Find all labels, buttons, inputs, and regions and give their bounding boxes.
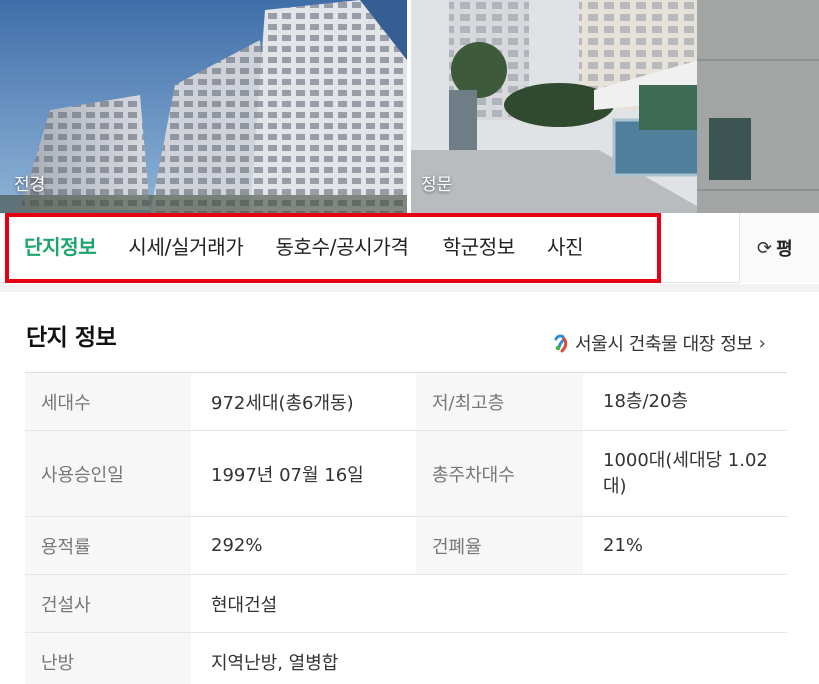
- building-registry-link-label: 서울시 건축물 대장 정보: [575, 334, 753, 355]
- photo-strip: 전경 정문: [0, 0, 819, 213]
- parking-label: 총주차대수: [416, 431, 583, 516]
- households-value: 972세대(총6개동): [191, 373, 416, 430]
- builder-value: 현대건설: [191, 575, 787, 632]
- builder-label: 건설사: [25, 575, 191, 632]
- table-row: 사용승인일 1997년 07월 16일 총주차대수 1000대(세대당 1.02…: [25, 431, 787, 517]
- households-label: 세대수: [25, 373, 191, 430]
- photo-caption-exterior: 전경: [14, 175, 46, 195]
- refresh-icon: ⟳: [757, 237, 773, 259]
- seoul-logo-icon: [554, 334, 568, 353]
- photo-entrance[interactable]: 정문: [409, 0, 819, 213]
- exterior-photo-image: [0, 0, 407, 213]
- building-coverage-label: 건폐율: [416, 517, 583, 574]
- section-divider: [0, 284, 819, 292]
- photo-caption-entrance: 정문: [421, 175, 453, 195]
- tab-price-transactions[interactable]: 시세/실거래가: [128, 231, 243, 260]
- table-row: 용적률 292% 건폐율 21%: [25, 517, 787, 575]
- floors-label: 저/최고층: [416, 373, 583, 430]
- floors-value: 18층/20층: [583, 373, 787, 430]
- section-title: 단지 정보: [26, 325, 117, 351]
- complex-info-table: 세대수 972세대(총6개동) 저/최고층 18층/20층 사용승인일 1997…: [25, 372, 787, 684]
- approval-date-label: 사용승인일: [25, 431, 191, 516]
- area-unit-label: 평: [776, 239, 793, 260]
- tab-list: 단지정보 시세/실거래가 동호수/공시가격 학군정보 사진: [24, 231, 584, 260]
- floor-area-ratio-label: 용적률: [25, 517, 191, 574]
- floor-area-ratio-value: 292%: [191, 517, 416, 574]
- parking-value: 1000대(세대당 1.02대): [583, 431, 787, 516]
- tab-school-district[interactable]: 학군정보: [443, 231, 516, 260]
- chevron-right-icon: ›: [758, 332, 766, 354]
- tab-bar: 단지정보 시세/실거래가 동호수/공시가격 학군정보 사진 ⟳ 평: [0, 213, 819, 283]
- heating-value: 지역난방, 열병합: [191, 633, 787, 684]
- table-row: 세대수 972세대(총6개동) 저/최고층 18층/20층: [25, 373, 787, 431]
- building-coverage-value: 21%: [583, 517, 787, 574]
- entrance-photo-image: [409, 0, 819, 213]
- tab-unit-public-price[interactable]: 동호수/공시가격: [275, 231, 408, 260]
- tab-complex-info[interactable]: 단지정보: [24, 231, 97, 260]
- photo-exterior[interactable]: 전경: [0, 0, 407, 213]
- table-row: 건설사 현대건설: [25, 575, 787, 633]
- area-unit-toggle-button[interactable]: ⟳ 평: [739, 213, 819, 283]
- approval-date-value: 1997년 07월 16일: [191, 431, 416, 516]
- tab-photos[interactable]: 사진: [547, 231, 584, 260]
- heating-label: 난방: [25, 633, 191, 684]
- table-row: 난방 지역난방, 열병합: [25, 633, 787, 684]
- building-registry-link[interactable]: 서울시 건축물 대장 정보 ›: [552, 330, 766, 356]
